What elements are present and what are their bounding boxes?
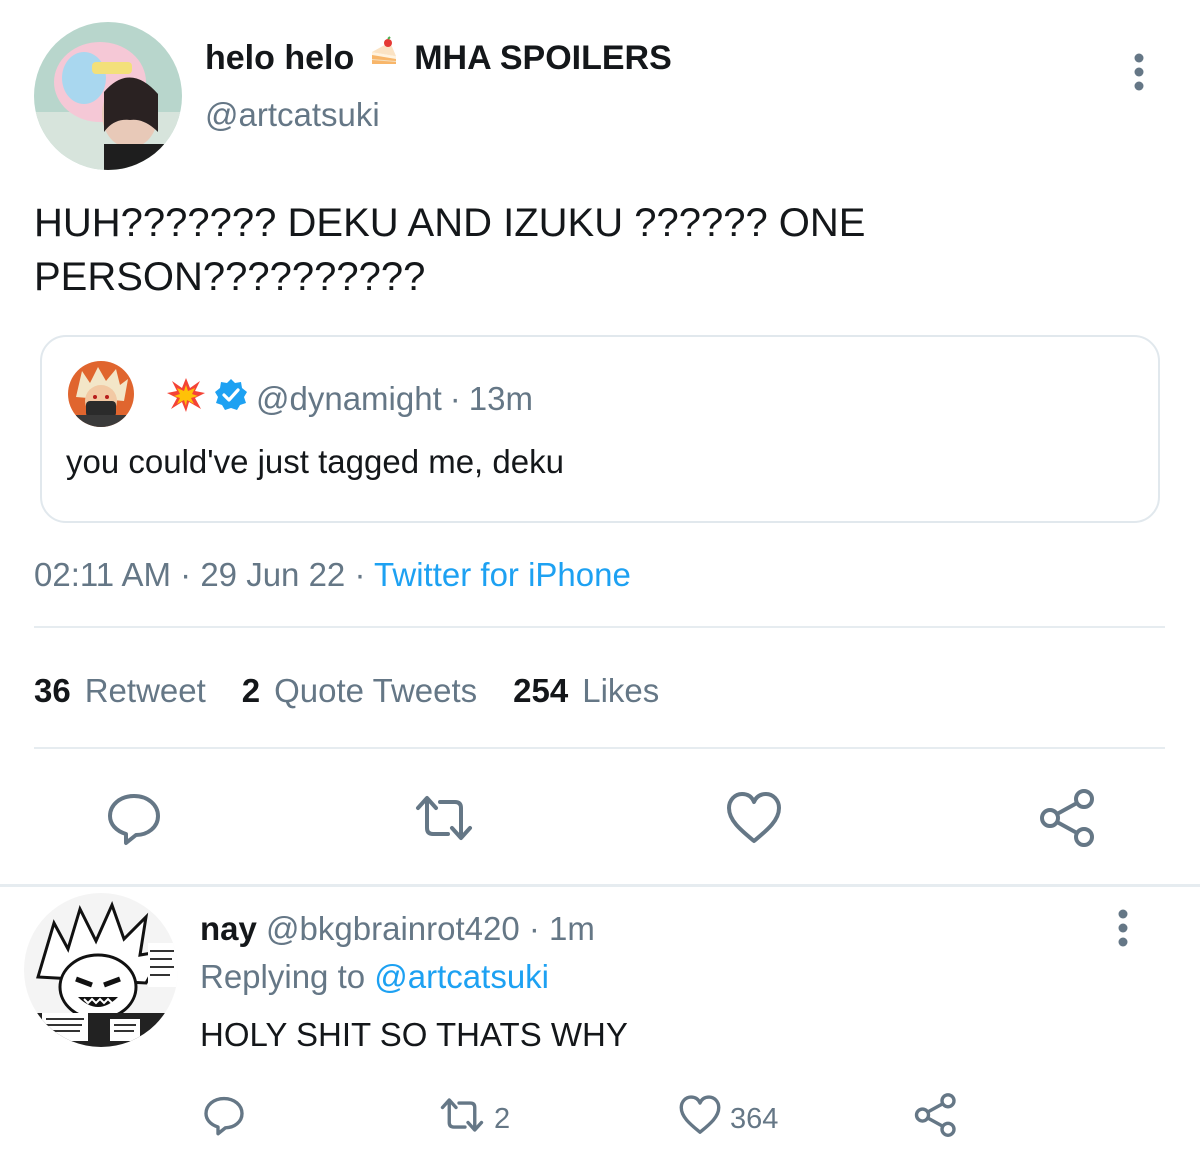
verified-badge-icon: [214, 378, 248, 420]
quoted-time: 13m: [468, 380, 533, 417]
tweet-source-link[interactable]: Twitter for iPhone: [374, 556, 631, 593]
retweet-icon: [436, 1091, 488, 1147]
separator-dot: ·: [180, 556, 192, 593]
reply-author-avatar[interactable]: [24, 893, 178, 1047]
author-name-suffix: MHA SPOILERS: [414, 39, 672, 77]
tweet-time: 02:11 AM: [34, 556, 171, 593]
cake-emoji-icon: [366, 36, 402, 81]
replying-to: Replying to @artcatsuki: [200, 958, 549, 996]
replying-to-label: Replying to: [200, 958, 366, 995]
share-icon: [912, 1091, 960, 1147]
quoted-tweet-card[interactable]: @dynamight · 13m you could've just tagge…: [40, 335, 1160, 523]
reply-icon: [200, 1091, 248, 1147]
more-options-icon[interactable]: [1124, 52, 1154, 92]
reply-icon[interactable]: [102, 786, 166, 850]
thread-separator: [0, 884, 1200, 887]
reply-author-name[interactable]: nay: [200, 910, 257, 947]
likes-stat[interactable]: 254 Likes: [513, 672, 659, 710]
reply-retweet-count: 2: [494, 1102, 511, 1135]
divider: [34, 626, 1165, 628]
reply-author-handle[interactable]: @bkgbrainrot420: [266, 910, 520, 947]
reply-share-button[interactable]: [912, 1091, 960, 1147]
tweet-stats: 36 Retweet 2 Quote Tweets 254 Likes: [34, 672, 659, 710]
author-display-name[interactable]: helo helo MHA SPOILERS: [205, 36, 672, 81]
tweet-date: 29 Jun 22: [200, 556, 346, 593]
tweet-text-line: HUH??????? DEKU AND IZUKU ?????? ONE: [34, 201, 866, 245]
author-handle[interactable]: @artcatsuki: [205, 96, 380, 134]
reply-text: HOLY SHIT SO THATS WHY: [200, 1016, 628, 1053]
reply-time: 1m: [549, 910, 595, 947]
reply-like-button[interactable]: 364: [676, 1091, 778, 1147]
quoted-handle: @dynamight: [256, 380, 442, 417]
like-icon[interactable]: [722, 786, 786, 850]
retweet-icon[interactable]: [412, 786, 476, 850]
tweet-meta: 02:11 AM · 29 Jun 22 · Twitter for iPhon…: [34, 556, 631, 594]
divider: [34, 747, 1165, 749]
reply-reply-button[interactable]: [200, 1091, 248, 1147]
reply-header: nay @bkgbrainrot420 · 1m: [200, 910, 595, 948]
tweet-text-line: PERSON??????????: [34, 255, 426, 299]
retweet-stat[interactable]: 36 Retweet: [34, 672, 206, 710]
separator-dot: ·: [449, 380, 461, 417]
quote-tweets-stat[interactable]: 2 Quote Tweets: [242, 672, 477, 710]
separator-dot: ·: [528, 910, 540, 947]
author-avatar[interactable]: [34, 22, 182, 170]
quoted-author-avatar: [68, 361, 134, 427]
reply-like-count: 364: [730, 1102, 779, 1135]
replying-to-handle-link[interactable]: @artcatsuki: [374, 958, 549, 995]
reply-retweet-button[interactable]: 2: [436, 1091, 510, 1147]
collision-emoji-icon: [166, 377, 206, 421]
like-icon: [676, 1091, 724, 1147]
separator-dot: ·: [354, 556, 366, 593]
quoted-header: @dynamight · 13m: [166, 377, 533, 421]
more-options-icon[interactable]: [1110, 908, 1136, 948]
share-icon[interactable]: [1036, 786, 1100, 850]
quoted-text: you could've just tagged me, deku: [66, 443, 564, 480]
author-name: helo helo: [205, 39, 355, 77]
tweet-text: HUH??????? DEKU AND IZUKU ?????? ONE PER…: [34, 196, 1154, 304]
